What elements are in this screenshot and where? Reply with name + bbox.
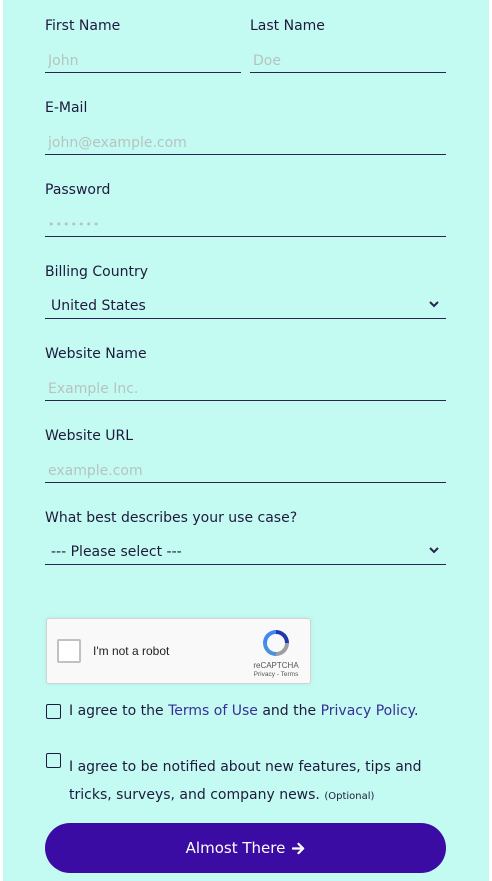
terms-of-use-link[interactable]: Terms of Use bbox=[168, 703, 258, 719]
email-field[interactable] bbox=[45, 131, 449, 155]
terms-suffix: . bbox=[413, 703, 419, 719]
terms-prefix: I agree to the bbox=[69, 703, 169, 719]
first-name-input[interactable] bbox=[45, 50, 244, 72]
recaptcha-widget: I'm not a robot reCAPTCHA Privacy - Term… bbox=[46, 618, 311, 684]
billing-country-select[interactable]: United States bbox=[45, 295, 446, 319]
email-input[interactable] bbox=[45, 132, 449, 154]
password-field[interactable]: ••••••• bbox=[45, 213, 446, 237]
first-name-label: First Name bbox=[45, 18, 121, 34]
chevron-down-icon bbox=[429, 301, 439, 308]
website-name-field[interactable] bbox=[45, 377, 449, 401]
password-label: Password bbox=[45, 182, 111, 198]
signup-form: First Name Last Name E-Mail Password •••… bbox=[3, 0, 489, 881]
website-name-label: Website Name bbox=[45, 346, 147, 362]
privacy-policy-link[interactable]: Privacy Policy bbox=[321, 703, 414, 719]
almost-there-button[interactable]: Almost There bbox=[45, 823, 446, 873]
newsletter-line-1: I agree to be notified about new feature… bbox=[69, 759, 422, 775]
email-label: E-Mail bbox=[45, 100, 88, 116]
last-name-input[interactable] bbox=[250, 50, 449, 72]
newsletter-agreement-text: I agree to be notified about new feature… bbox=[69, 753, 422, 811]
arrow-right-icon bbox=[292, 842, 305, 854]
first-name-field[interactable] bbox=[45, 49, 244, 73]
terms-middle: and the bbox=[257, 703, 321, 719]
terms-checkbox[interactable] bbox=[46, 704, 61, 719]
website-url-field[interactable] bbox=[45, 459, 449, 483]
newsletter-line-2: tricks, surveys, and company news. bbox=[69, 787, 320, 803]
terms-agreement-text: I agree to the Terms of Use and the Priv… bbox=[69, 703, 418, 719]
use-case-label: What best describes your use case? bbox=[45, 510, 298, 526]
use-case-select[interactable]: --- Please select --- bbox=[45, 541, 446, 565]
recaptcha-logo-icon bbox=[263, 630, 289, 656]
last-name-field[interactable] bbox=[250, 49, 449, 73]
use-case-value: --- Please select --- bbox=[51, 544, 182, 560]
newsletter-checkbox[interactable] bbox=[46, 753, 61, 768]
website-url-input[interactable] bbox=[45, 460, 449, 482]
almost-there-label: Almost There bbox=[185, 839, 286, 857]
optional-note: (Optional) bbox=[324, 791, 375, 802]
recaptcha-checkbox[interactable] bbox=[57, 639, 81, 663]
website-url-label: Website URL bbox=[45, 428, 134, 444]
recaptcha-label: I'm not a robot bbox=[93, 644, 170, 658]
billing-country-label: Billing Country bbox=[45, 264, 148, 280]
website-name-input[interactable] bbox=[45, 378, 449, 400]
last-name-label: Last Name bbox=[250, 18, 325, 34]
recaptcha-links[interactable]: Privacy - Terms bbox=[245, 671, 307, 678]
recaptcha-brand: reCAPTCHA bbox=[253, 661, 299, 670]
billing-country-value: United States bbox=[51, 298, 146, 314]
password-value[interactable]: ••••••• bbox=[48, 213, 100, 237]
chevron-down-icon bbox=[429, 547, 439, 554]
